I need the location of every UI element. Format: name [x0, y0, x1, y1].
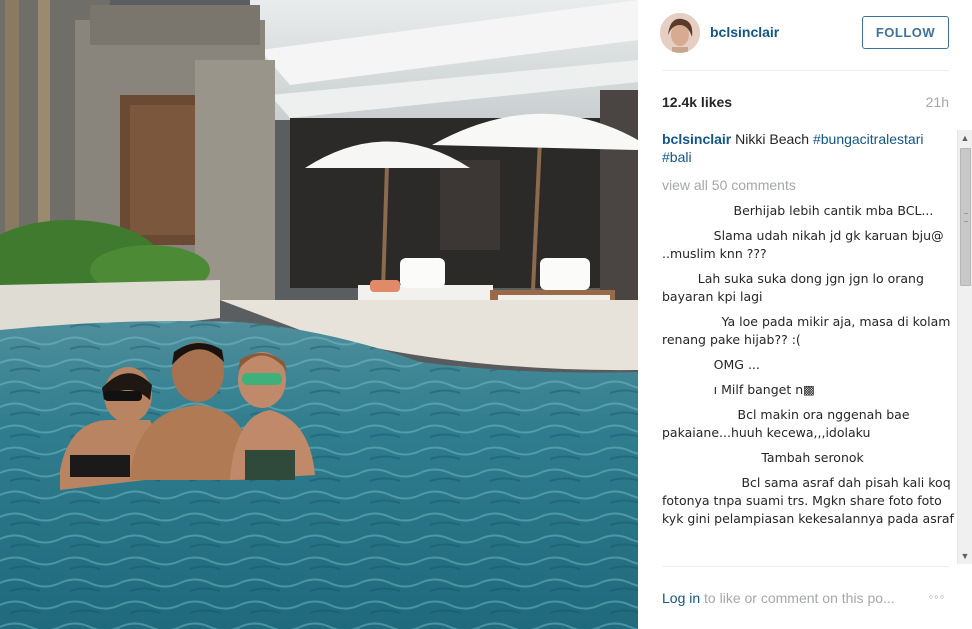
post-author-username[interactable]: bclsinclair	[710, 24, 779, 40]
post-sidebar: bclsinclair FOLLOW 12.4k likes 21h bclsi…	[638, 0, 972, 629]
scroll-up-arrow-icon[interactable]: ▲	[958, 130, 972, 146]
login-prompt-text: to like or comment on this po...	[704, 590, 895, 606]
avatar[interactable]	[660, 13, 700, 53]
comment-item: Berhijab lebih cantik mba BCL...	[662, 203, 934, 218]
pool-scene-image	[0, 0, 638, 629]
post-timestamp[interactable]: 21h	[926, 94, 949, 110]
hashtag-link[interactable]: #bali	[662, 149, 692, 165]
hashtag-link[interactable]: #bungacitralestari	[813, 131, 924, 147]
comment-item: Lah suka suka dong jgn jgn lo orang baya…	[662, 271, 928, 304]
post-photo[interactable]	[0, 0, 638, 629]
caption-text: Nikki Beach	[735, 131, 810, 147]
scroll-down-arrow-icon[interactable]: ▼	[958, 548, 972, 564]
comment-item: Slama udah nikah jd gk karuan bju@ ..mus…	[662, 228, 952, 261]
post-header: bclsinclair FOLLOW	[638, 0, 972, 70]
follow-button[interactable]: FOLLOW	[862, 16, 949, 49]
comment-item: Bcl makin ora nggenah bae pakaiane...huu…	[662, 407, 914, 440]
login-link[interactable]: Log in	[662, 590, 700, 606]
comments-scrollbar[interactable]: ▲ ▼	[957, 130, 972, 564]
header-divider	[662, 70, 949, 71]
comment-item: Ya loe pada mikir aja, masa di kolam ren…	[662, 314, 955, 347]
scrollbar-thumb[interactable]	[960, 148, 971, 286]
post-caption: bclsinclair Nikki Beach #bungacitralesta…	[662, 130, 956, 166]
likes-count[interactable]: 12.4k likes	[662, 94, 732, 110]
comment-item: OMG ...	[662, 357, 760, 372]
footer-divider	[662, 566, 949, 567]
caption-username[interactable]: bclsinclair	[662, 131, 731, 147]
post-footer: Log in to like or comment on this po...	[662, 590, 952, 606]
comment-item: Tambah seronok	[662, 450, 864, 465]
view-all-comments-link[interactable]: view all 50 comments	[662, 176, 956, 194]
avatar-image	[660, 13, 700, 53]
comment-item: ı Milf banget n▩	[662, 382, 815, 397]
more-options-icon[interactable]: ◦◦◦	[924, 589, 950, 609]
comments-list[interactable]: bclsinclair Nikki Beach #bungacitralesta…	[662, 130, 956, 562]
comment-item: Bcl sama asraf dah pisah kali koq fotony…	[662, 475, 955, 526]
